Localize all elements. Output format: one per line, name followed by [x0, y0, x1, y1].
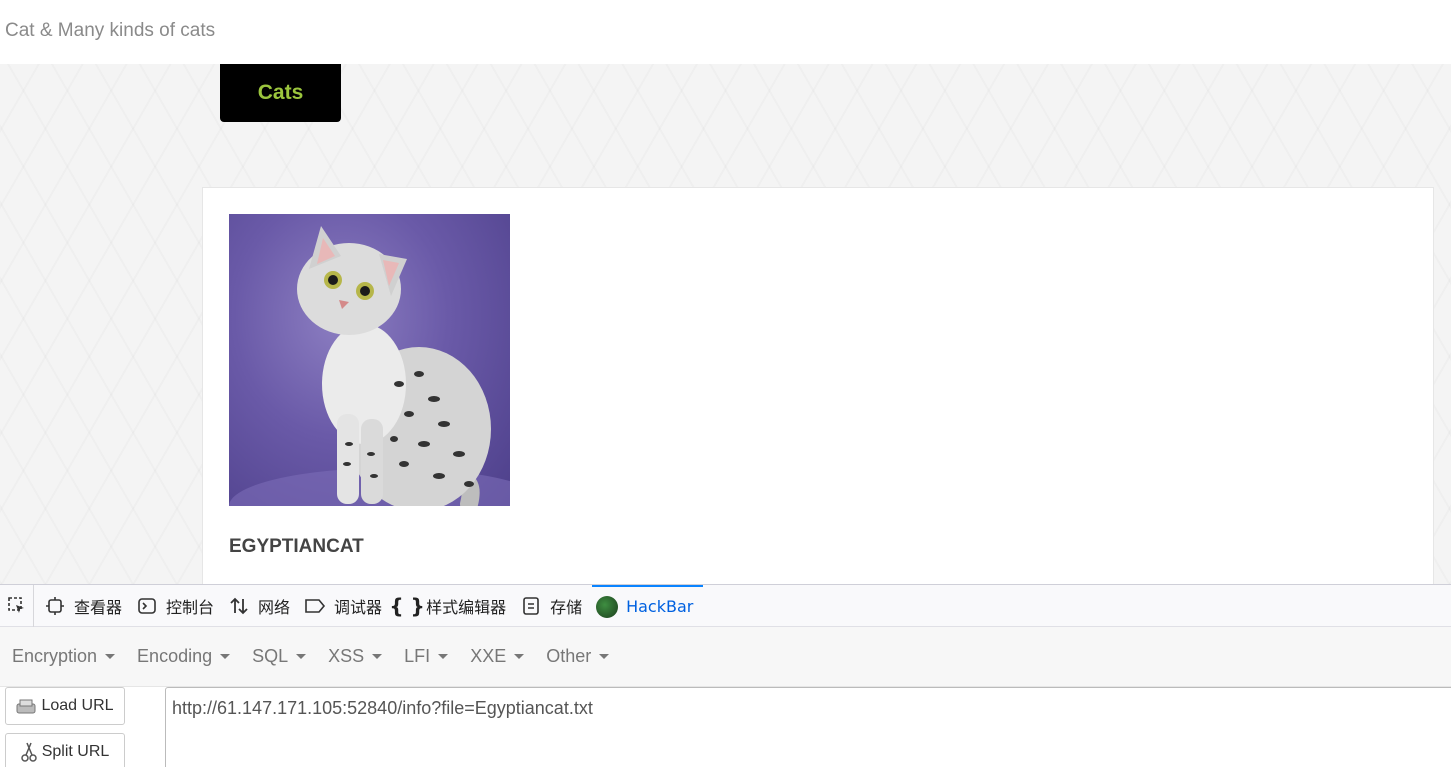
- cat-illustration: [229, 226, 510, 506]
- caret-down-icon: [438, 654, 449, 659]
- tab-inspector[interactable]: 查看器: [40, 585, 132, 627]
- menu-sql[interactable]: SQL: [252, 646, 307, 667]
- style-editor-icon: { }: [389, 593, 425, 618]
- menu-encoding[interactable]: Encoding: [137, 646, 231, 667]
- cat-image: [229, 214, 510, 506]
- content-card: EGYPTIANCAT: [202, 187, 1434, 587]
- tab-storage[interactable]: 存储: [516, 585, 592, 627]
- cat-title: EGYPTIANCAT: [229, 536, 364, 557]
- tab-debugger[interactable]: 调试器: [300, 585, 392, 627]
- caret-down-icon: [372, 654, 383, 659]
- hackbar-icon: [596, 595, 619, 618]
- tab-hackbar[interactable]: HackBar: [592, 584, 704, 627]
- caret-down-icon: [296, 654, 307, 659]
- element-picker-icon[interactable]: [0, 584, 34, 627]
- scissors-icon: [20, 742, 37, 762]
- load-url-label: Load URL: [41, 697, 114, 714]
- network-icon: [228, 595, 250, 617]
- debugger-icon: [304, 595, 326, 617]
- console-icon: [136, 595, 158, 617]
- tab-console[interactable]: 控制台: [132, 585, 224, 627]
- caret-down-icon: [514, 654, 525, 659]
- site-header: Cat & Many kinds of cats: [0, 0, 1451, 64]
- tab-network-label: 网络: [258, 597, 291, 617]
- tab-hackbar-label: HackBar: [626, 597, 694, 616]
- caret-down-icon: [105, 654, 116, 659]
- inspector-icon: [44, 595, 66, 617]
- nav-cats-button[interactable]: Cats: [220, 64, 341, 122]
- load-url-icon: [16, 698, 36, 714]
- tab-debugger-label: 调试器: [334, 597, 383, 617]
- caret-down-icon: [220, 654, 231, 659]
- hackbar-menu: Encryption Encoding SQL XSS LFI XXE Othe…: [0, 627, 1451, 687]
- tab-console-label: 控制台: [166, 597, 215, 617]
- tab-storage-label: 存储: [550, 597, 583, 617]
- split-url-button[interactable]: Split URL: [5, 733, 125, 767]
- tab-network[interactable]: 网络: [224, 585, 300, 627]
- url-input[interactable]: http://61.147.171.105:52840/info?file=Eg…: [165, 687, 1451, 767]
- split-url-label: Split URL: [41, 743, 110, 760]
- menu-lfi[interactable]: LFI: [404, 646, 449, 667]
- caret-down-icon: [599, 654, 610, 659]
- devtools-toolbar: 查看器 控制台 网络 调试器 { } 样式编辑器 存储 HackBar: [0, 584, 1451, 627]
- menu-other[interactable]: Other: [546, 646, 610, 667]
- menu-encryption[interactable]: Encryption: [12, 646, 116, 667]
- menu-xxe[interactable]: XXE: [470, 646, 525, 667]
- site-title: Cat & Many kinds of cats: [5, 20, 216, 41]
- load-url-button[interactable]: Load URL: [5, 687, 125, 725]
- tab-style-editor-label: 样式编辑器: [426, 597, 507, 617]
- menu-xss[interactable]: XSS: [328, 646, 383, 667]
- tab-style-editor[interactable]: { } 样式编辑器: [389, 585, 516, 627]
- tab-inspector-label: 查看器: [74, 597, 123, 617]
- storage-icon: [520, 595, 542, 617]
